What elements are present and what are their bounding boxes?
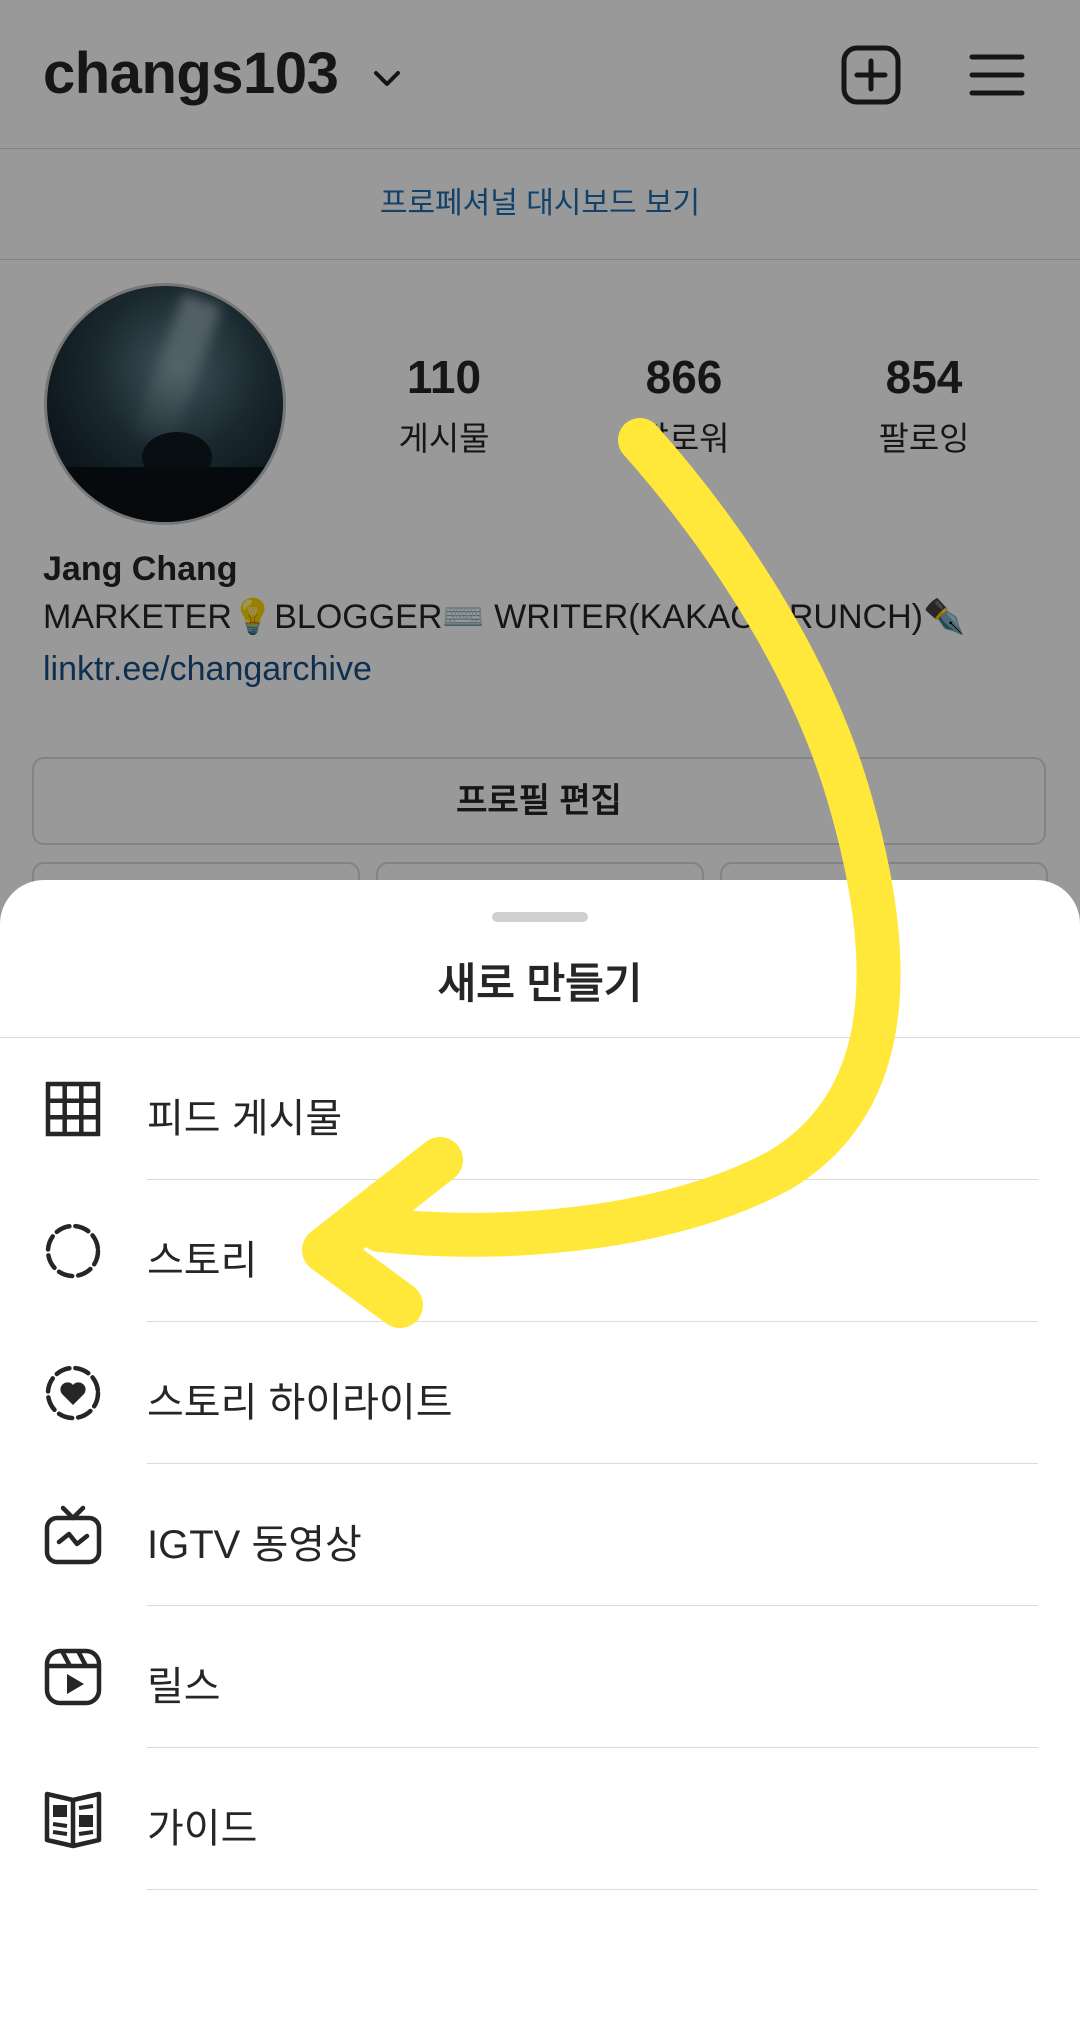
grid-icon: [45, 1081, 101, 1137]
menu-item-guide[interactable]: 가이드: [0, 1748, 1080, 1890]
menu-item-label: 스토리 하이라이트: [147, 1381, 453, 1425]
highlight-heart-icon: [45, 1365, 101, 1421]
menu-item-feed-post[interactable]: 피드 게시물: [0, 1038, 1080, 1180]
sheet-drag-handle[interactable]: [492, 912, 588, 922]
menu-item-label: 릴스: [147, 1665, 221, 1709]
igtv-icon: [44, 1505, 102, 1565]
menu-item-label: 피드 게시물: [147, 1097, 343, 1141]
menu-item-story-highlight[interactable]: 스토리 하이라이트: [0, 1322, 1080, 1464]
sheet-title: 새로 만들기: [437, 960, 643, 1007]
menu-item-label: IGTV 동영상: [147, 1523, 362, 1567]
story-icon: [45, 1223, 101, 1279]
reels-icon: [44, 1648, 102, 1706]
menu-separator: [147, 1889, 1038, 1890]
menu-item-reels[interactable]: 릴스: [0, 1606, 1080, 1748]
guide-icon: [44, 1791, 102, 1849]
menu-item-story[interactable]: 스토리: [0, 1180, 1080, 1322]
menu-item-label: 가이드: [147, 1807, 258, 1851]
menu-item-label: 스토리: [147, 1239, 258, 1283]
menu-item-igtv[interactable]: IGTV 동영상: [0, 1464, 1080, 1606]
